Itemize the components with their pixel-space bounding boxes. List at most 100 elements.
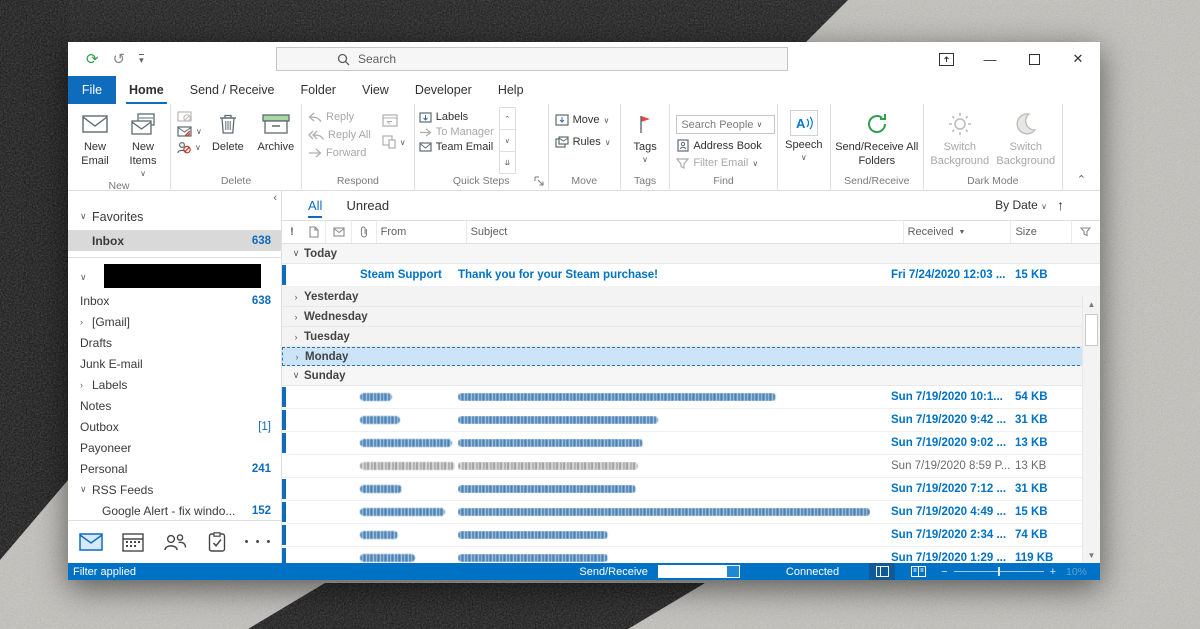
tab-send-receive[interactable]: Send / Receive (177, 76, 288, 104)
move-button[interactable]: Move ∨ (555, 114, 613, 126)
reply-all-button[interactable]: Reply All (308, 129, 371, 141)
account-header-redacted[interactable]: ∨ (68, 264, 281, 290)
archive-button[interactable]: Archive (253, 107, 299, 155)
mail-row-redacted[interactable]: Sun 7/19/2020 8:59 P...13 KB (282, 455, 1100, 478)
filter-email-button[interactable]: Filter Email ∨ (676, 157, 774, 169)
importance-column-icon[interactable]: ! (282, 221, 302, 243)
quicksteps-scroll-up-icon[interactable]: ⌃ (500, 108, 515, 130)
sidebar-item-notes[interactable]: Notes (68, 395, 281, 416)
sidebar-item-payoneer[interactable]: Payoneer (68, 437, 281, 458)
tab-unread[interactable]: Unread (346, 198, 389, 213)
reply-button[interactable]: Reply (308, 111, 371, 123)
ignore-icon[interactable] (177, 111, 202, 122)
item-type-column-icon[interactable] (302, 221, 326, 243)
mail-row-steam[interactable]: Steam Support Thank you for your Steam p… (282, 264, 1100, 287)
sidebar-item-labels[interactable]: › Labels (68, 374, 281, 395)
tab-home[interactable]: Home (116, 76, 177, 104)
zoom-out-icon[interactable]: − (941, 566, 947, 578)
switch-background-light-button[interactable]: Switch Background (928, 107, 992, 169)
search-input[interactable]: Search (276, 47, 788, 71)
sort-direction-icon[interactable]: ↑ (1057, 197, 1064, 213)
people-nav-icon[interactable] (158, 527, 191, 557)
attachment-column-icon[interactable] (352, 221, 376, 243)
sidebar-item-favorites-inbox[interactable]: Inbox 638 (68, 230, 281, 251)
group-header-monday[interactable]: › Monday (282, 347, 1100, 366)
cleanup-button[interactable]: ∨ (177, 126, 202, 137)
tags-button[interactable]: Tags ∨ (625, 107, 665, 165)
new-items-button[interactable]: New Items ∨ (120, 107, 166, 179)
quicksteps-scroll-down-icon[interactable]: ∨ (500, 130, 515, 152)
mail-nav-icon[interactable] (74, 527, 107, 557)
group-header-yesterday[interactable]: › Yesterday (282, 287, 1100, 307)
group-header-wednesday[interactable]: › Wednesday (282, 307, 1100, 327)
send-receive-status-label[interactable]: Send/Receive (579, 566, 648, 578)
mail-row-redacted[interactable]: Sun 7/19/2020 7:12 ...31 KB (282, 478, 1100, 501)
tab-view[interactable]: View (349, 76, 402, 104)
scroll-up-icon[interactable]: ▲ (1083, 296, 1100, 312)
scroll-down-icon[interactable]: ▼ (1083, 547, 1100, 563)
ribbon-display-options-icon[interactable] (924, 42, 968, 76)
send-receive-icon[interactable]: ⟳ (86, 52, 99, 67)
tab-developer[interactable]: Developer (402, 76, 485, 104)
tab-file[interactable]: File (68, 76, 116, 104)
send-receive-all-folders-button[interactable]: Send/Receive All Folders (835, 107, 919, 169)
quickstep-labels[interactable]: Labels (419, 111, 494, 123)
scrollbar-thumb[interactable] (1085, 314, 1098, 346)
sidebar-item-drafts[interactable]: Drafts (68, 332, 281, 353)
quicksteps-dialog-launcher-icon[interactable] (534, 176, 546, 188)
subject-column-header[interactable]: Subject (467, 221, 904, 243)
forward-button[interactable]: Forward (308, 147, 371, 159)
collapse-ribbon-icon[interactable]: ⌃ (1063, 169, 1100, 190)
more-apps-icon[interactable]: • • • (242, 527, 275, 557)
sidebar-item-google-alert[interactable]: Google Alert - fix windo... 152 (68, 500, 281, 520)
normal-view-icon[interactable] (869, 563, 895, 580)
undo-icon[interactable]: ↺ (113, 52, 126, 67)
quickstep-to-manager[interactable]: To Manager (419, 126, 494, 138)
rules-button[interactable]: Rules ∨ (555, 136, 613, 148)
switch-background-dark-button[interactable]: Switch Background (994, 107, 1058, 169)
customize-qat-icon[interactable]: ▾ (139, 54, 144, 65)
sidebar-item-junk[interactable]: Junk E-mail (68, 353, 281, 374)
received-column-header[interactable]: Received ▼ (904, 221, 1012, 243)
mail-row-redacted[interactable]: Sun 7/19/2020 4:49 ...15 KB (282, 501, 1100, 524)
junk-button[interactable]: ∨ (177, 141, 202, 154)
favorites-header[interactable]: ∨ Favorites (68, 206, 281, 227)
quickstep-team-email[interactable]: Team Email (419, 141, 494, 153)
tab-folder[interactable]: Folder (288, 76, 349, 104)
collapse-folder-pane-icon[interactable]: ‹ (273, 192, 277, 204)
maximize-button[interactable] (1012, 42, 1056, 76)
from-column-header[interactable]: From (377, 221, 467, 243)
group-header-today[interactable]: ∨ Today (282, 244, 1100, 264)
mention-column-icon[interactable] (326, 221, 352, 243)
reading-view-icon[interactable] (905, 563, 931, 580)
calendar-nav-icon[interactable] (116, 527, 149, 557)
mail-row-redacted[interactable]: Sun 7/19/2020 2:34 ...74 KB (282, 524, 1100, 547)
sidebar-item-gmail[interactable]: › [Gmail] (68, 311, 281, 332)
mail-row-redacted[interactable]: Sun 7/19/2020 9:02 ...13 KB (282, 432, 1100, 455)
mail-row-redacted[interactable]: Sun 7/19/2020 1:29 ...119 KB (282, 547, 1100, 563)
size-column-header[interactable]: Size (1011, 221, 1071, 243)
zoom-slider[interactable]: − + (941, 566, 1056, 578)
quicksteps-more-icon[interactable]: ⇊ (500, 152, 515, 173)
sidebar-item-inbox[interactable]: Inbox 638 (68, 290, 281, 311)
sort-by-dropdown[interactable]: By Date ∨ (995, 198, 1047, 212)
search-people-input[interactable]: Search People ∨ (676, 115, 774, 134)
close-button[interactable]: ✕ (1056, 42, 1100, 76)
sidebar-item-rss-feeds[interactable]: ∨ RSS Feeds (68, 479, 281, 500)
zoom-in-icon[interactable]: + (1050, 566, 1056, 578)
tasks-nav-icon[interactable] (200, 527, 233, 557)
filter-column-icon[interactable] (1072, 221, 1100, 243)
delete-button[interactable]: Delete (205, 107, 251, 155)
tab-all[interactable]: All (308, 198, 322, 213)
new-email-button[interactable]: New Email (72, 107, 118, 169)
zoom-thumb[interactable] (998, 567, 1000, 576)
tab-help[interactable]: Help (485, 76, 537, 104)
meeting-icon[interactable] (382, 113, 406, 127)
mail-row-redacted[interactable]: Sun 7/19/2020 10:1...54 KB (282, 386, 1100, 409)
group-header-sunday[interactable]: ∨ Sunday (282, 366, 1100, 386)
more-respond-icon[interactable]: ∨ (382, 135, 406, 149)
sidebar-item-outbox[interactable]: Outbox [1] (68, 416, 281, 437)
speech-button[interactable]: A Speech ∨ (782, 107, 826, 163)
minimize-button[interactable]: — (968, 42, 1012, 76)
connected-status[interactable]: Connected (786, 566, 839, 578)
